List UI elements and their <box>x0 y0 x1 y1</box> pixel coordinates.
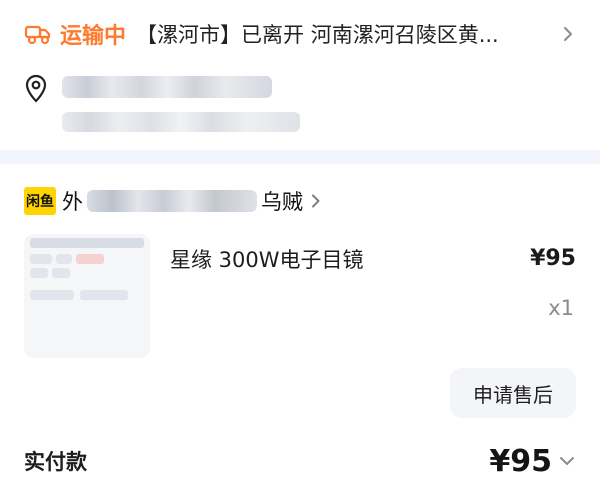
shipping-detail: 【漯河市】已离开 河南漯河召陵区黄... <box>136 23 499 47</box>
payment-summary[interactable]: 实付款 ¥95 <box>24 440 576 482</box>
chevron-right-icon <box>564 27 572 41</box>
paid-amount: ¥95 <box>489 443 552 479</box>
store-header[interactable]: 闲鱼 外 乌贼 <box>24 184 576 218</box>
truck-icon <box>24 25 51 45</box>
thumbnail-top-bar <box>30 238 144 248</box>
store-name-prefix: 外 <box>62 190 83 214</box>
thumbnail-chip <box>80 290 128 300</box>
product-item[interactable]: 星缘 300W电子目镜 ¥95 x1 <box>24 234 576 358</box>
product-thumbnail <box>24 234 150 358</box>
product-quantity: x1 <box>548 296 574 320</box>
address-line-1 <box>62 76 272 98</box>
store-badge: 闲鱼 <box>24 187 56 215</box>
thumbnail-chip <box>56 254 72 264</box>
thumbnail-chip <box>30 268 48 278</box>
store-name-blurred <box>87 190 257 212</box>
section-divider <box>0 150 600 164</box>
address-line-2 <box>62 112 300 132</box>
after-sale-button[interactable]: 申请售后 <box>450 368 576 418</box>
thumbnail-chip <box>30 290 74 300</box>
order-detail-page: 运输中 【漯河市】已离开 河南漯河召陵区黄... 闲鱼 外 乌贼 星缘 300W… <box>0 0 600 504</box>
thumbnail-chip <box>76 254 104 264</box>
location-pin-icon <box>25 74 47 103</box>
thumbnail-chip <box>30 254 52 264</box>
store-name-suffix: 乌贼 <box>261 190 303 214</box>
chevron-right-icon <box>312 194 320 208</box>
shipping-status-row[interactable]: 运输中 【漯河市】已离开 河南漯河召陵区黄... <box>24 16 576 52</box>
address-section[interactable] <box>24 70 576 140</box>
thumbnail-chip <box>52 268 70 278</box>
paid-label: 实付款 <box>24 450 87 474</box>
paid-amount-wrap[interactable]: ¥95 <box>489 444 576 479</box>
product-title: 星缘 300W电子目镜 <box>170 248 364 272</box>
product-price: ¥95 <box>530 246 576 271</box>
shipping-status: 运输中 <box>60 24 127 49</box>
chevron-down-icon <box>560 457 574 465</box>
